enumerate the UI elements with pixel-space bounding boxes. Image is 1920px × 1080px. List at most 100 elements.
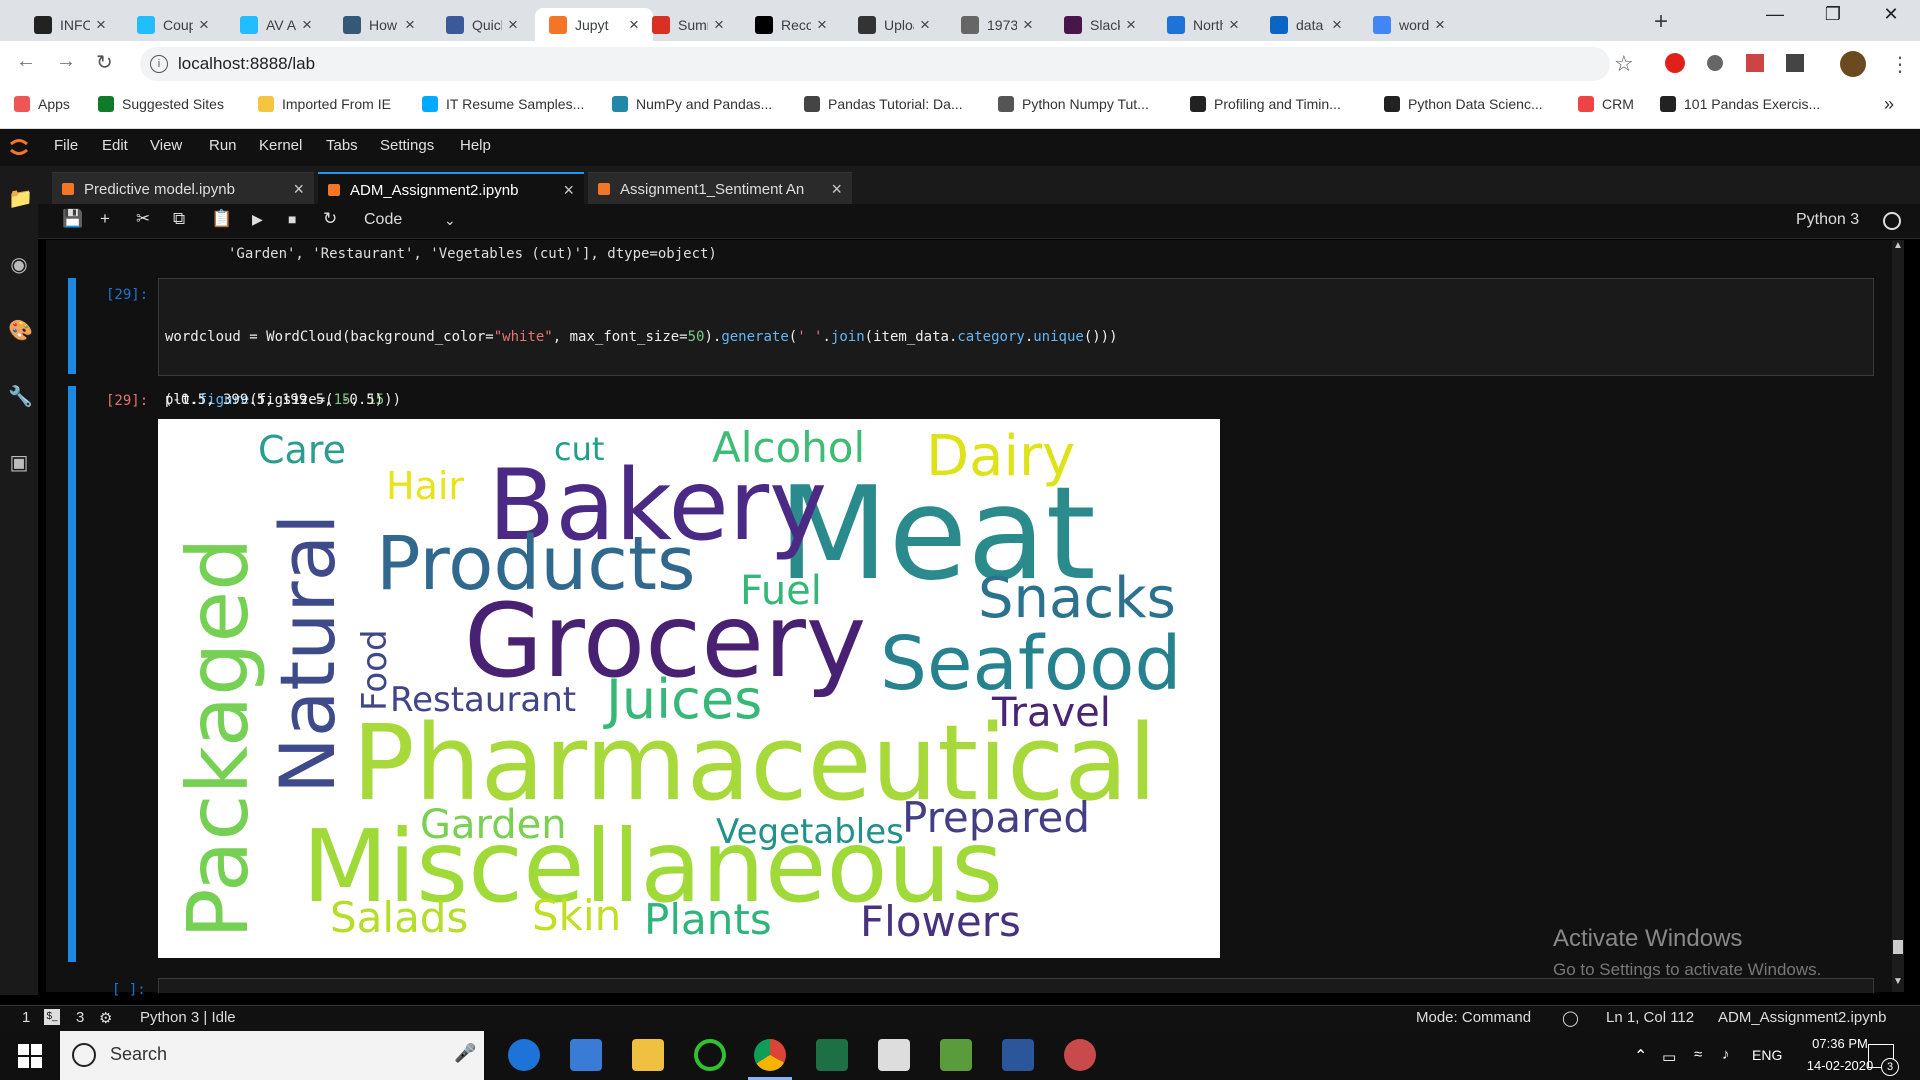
chevron-down-icon[interactable]: ⌄: [444, 212, 456, 229]
close-icon[interactable]: ×: [90, 15, 112, 35]
close-icon[interactable]: ×: [1326, 15, 1348, 35]
url-text[interactable]: localhost:8888/lab: [178, 54, 315, 74]
save-icon[interactable]: 💾: [62, 209, 83, 229]
menu-view[interactable]: View: [150, 137, 182, 154]
close-icon[interactable]: ×: [293, 179, 304, 200]
bookmark-item[interactable]: Python Numpy Tut...: [998, 96, 1149, 112]
browser-tab[interactable]: Jupyt ×: [535, 8, 653, 41]
edge-icon[interactable]: [508, 1039, 540, 1071]
browser-tab[interactable]: data ×: [1256, 8, 1356, 41]
browser-tab[interactable]: Recor×: [741, 8, 841, 41]
browser-tab[interactable]: INFO ×: [20, 8, 120, 41]
menu-run[interactable]: Run: [209, 137, 237, 154]
browser-tab[interactable]: word ×: [1359, 8, 1459, 41]
browser-tab[interactable]: Uploa×: [844, 8, 944, 41]
bookmark-item[interactable]: Profiling and Timin...: [1190, 96, 1341, 112]
close-icon[interactable]: ×: [399, 15, 421, 35]
copy-icon[interactable]: ⧉: [173, 209, 185, 229]
run-icon[interactable]: ▶: [252, 211, 263, 228]
wrench-icon[interactable]: 🔧: [8, 384, 33, 408]
store-icon[interactable]: [570, 1039, 602, 1071]
close-icon[interactable]: ×: [811, 15, 833, 35]
menu-help[interactable]: Help: [460, 137, 491, 154]
excel-icon[interactable]: [816, 1039, 848, 1071]
close-icon[interactable]: ×: [563, 180, 574, 201]
browser-tab[interactable]: Coup ×: [123, 8, 223, 41]
volume-icon[interactable]: ♪: [1722, 1046, 1730, 1063]
close-window-button[interactable]: ✕: [1868, 4, 1914, 25]
gear-icon[interactable]: ⚙: [99, 1009, 112, 1027]
cell-type-select[interactable]: Code: [364, 211, 402, 229]
close-icon[interactable]: ×: [193, 15, 215, 35]
chrome-menu-icon[interactable]: ⋮: [1890, 52, 1910, 77]
bookmark-item[interactable]: Imported From IE: [258, 96, 391, 112]
cut-icon[interactable]: ✂: [136, 209, 150, 229]
browser-tab[interactable]: AV Ar×: [226, 8, 326, 41]
folder-icon[interactable]: 📁: [8, 186, 33, 210]
file-explorer-icon[interactable]: [632, 1039, 664, 1071]
photos-icon[interactable]: [878, 1039, 910, 1071]
close-icon[interactable]: ×: [1429, 15, 1451, 35]
taskbar-search[interactable]: Search 🎤: [60, 1031, 484, 1080]
notebook-tab[interactable]: Assignment1_Sentiment An ×: [588, 172, 852, 205]
close-icon[interactable]: ×: [1120, 15, 1142, 35]
anaconda-icon[interactable]: [694, 1039, 726, 1071]
scroll-thumb[interactable]: [1893, 940, 1903, 954]
menu-tabs[interactable]: Tabs: [326, 137, 358, 154]
browser-tab[interactable]: 1973 ×: [947, 8, 1047, 41]
stop-icon[interactable]: ■: [288, 211, 296, 227]
tabs-icon[interactable]: ▣: [8, 450, 30, 474]
back-icon[interactable]: ←: [16, 50, 36, 73]
menu-edit[interactable]: Edit: [102, 137, 128, 154]
next-code-cell[interactable]: [158, 978, 1874, 993]
battery-icon[interactable]: ▭: [1662, 1048, 1676, 1066]
maximize-button[interactable]: ❐: [1810, 4, 1856, 25]
bookmark-item[interactable]: Apps: [14, 96, 70, 112]
add-cell-icon[interactable]: +: [100, 209, 110, 229]
close-icon[interactable]: ×: [1017, 15, 1039, 35]
bookmark-item[interactable]: NumPy and Pandas...: [612, 96, 772, 112]
palette-icon[interactable]: 🎨: [8, 318, 33, 342]
tray-chevron-icon[interactable]: ⌃: [1634, 1046, 1647, 1066]
menu-settings[interactable]: Settings: [380, 137, 434, 154]
bookmarks-more[interactable]: »: [1884, 94, 1894, 115]
notebook-tab[interactable]: Predictive model.ipynb ×: [52, 172, 314, 205]
browser-tab[interactable]: Quick×: [432, 8, 532, 41]
bookmark-item[interactable]: Pandas Tutorial: Da...: [804, 96, 963, 112]
info-icon[interactable]: i: [150, 55, 168, 73]
menu-file[interactable]: File: [54, 137, 78, 154]
browser-tab[interactable]: North×: [1153, 8, 1253, 41]
browser-tab[interactable]: Slack×: [1050, 8, 1150, 41]
snipping-tool-icon[interactable]: [1064, 1039, 1096, 1071]
close-icon[interactable]: ×: [914, 15, 936, 35]
extension-icon[interactable]: [1707, 55, 1723, 71]
close-icon[interactable]: ×: [296, 15, 318, 35]
browser-tab[interactable]: How ×: [329, 8, 429, 41]
close-icon[interactable]: ×: [1223, 15, 1245, 35]
bookmark-star-icon[interactable]: ☆: [1614, 51, 1634, 77]
browser-tab[interactable]: Sumr×: [638, 8, 738, 41]
chrome-icon[interactable]: [754, 1039, 786, 1071]
language-indicator[interactable]: ENG: [1752, 1047, 1782, 1063]
bookmark-item[interactable]: IT Resume Samples...: [422, 96, 584, 112]
bookmark-item[interactable]: CRM: [1578, 96, 1634, 112]
kernel-name[interactable]: Python 3: [1796, 211, 1859, 229]
reload-icon[interactable]: ↻: [96, 50, 113, 75]
word-icon[interactable]: [1002, 1039, 1034, 1071]
microphone-icon[interactable]: 🎤: [454, 1043, 476, 1064]
bookmark-item[interactable]: 101 Pandas Exercis...: [1660, 96, 1820, 112]
notebook-scrollbar[interactable]: [1892, 240, 1904, 992]
minimize-button[interactable]: —: [1752, 4, 1798, 25]
chart-app-icon[interactable]: [940, 1039, 972, 1071]
avatar[interactable]: [1840, 51, 1866, 77]
terminal-icon[interactable]: $_: [44, 1009, 60, 1025]
close-icon[interactable]: ×: [831, 179, 842, 200]
scroll-down-icon[interactable]: ▼: [1893, 976, 1903, 987]
wifi-icon[interactable]: ≈: [1694, 1046, 1702, 1063]
kernel-status[interactable]: Python 3 | Idle: [140, 1009, 236, 1026]
close-icon[interactable]: ×: [708, 15, 730, 35]
notebook-tab[interactable]: ADM_Assignment2.ipynb ×: [318, 172, 584, 206]
new-tab-button[interactable]: +: [1654, 8, 1668, 36]
pdf-extension-icon[interactable]: [1746, 54, 1764, 72]
extension-icon[interactable]: [1786, 54, 1804, 72]
